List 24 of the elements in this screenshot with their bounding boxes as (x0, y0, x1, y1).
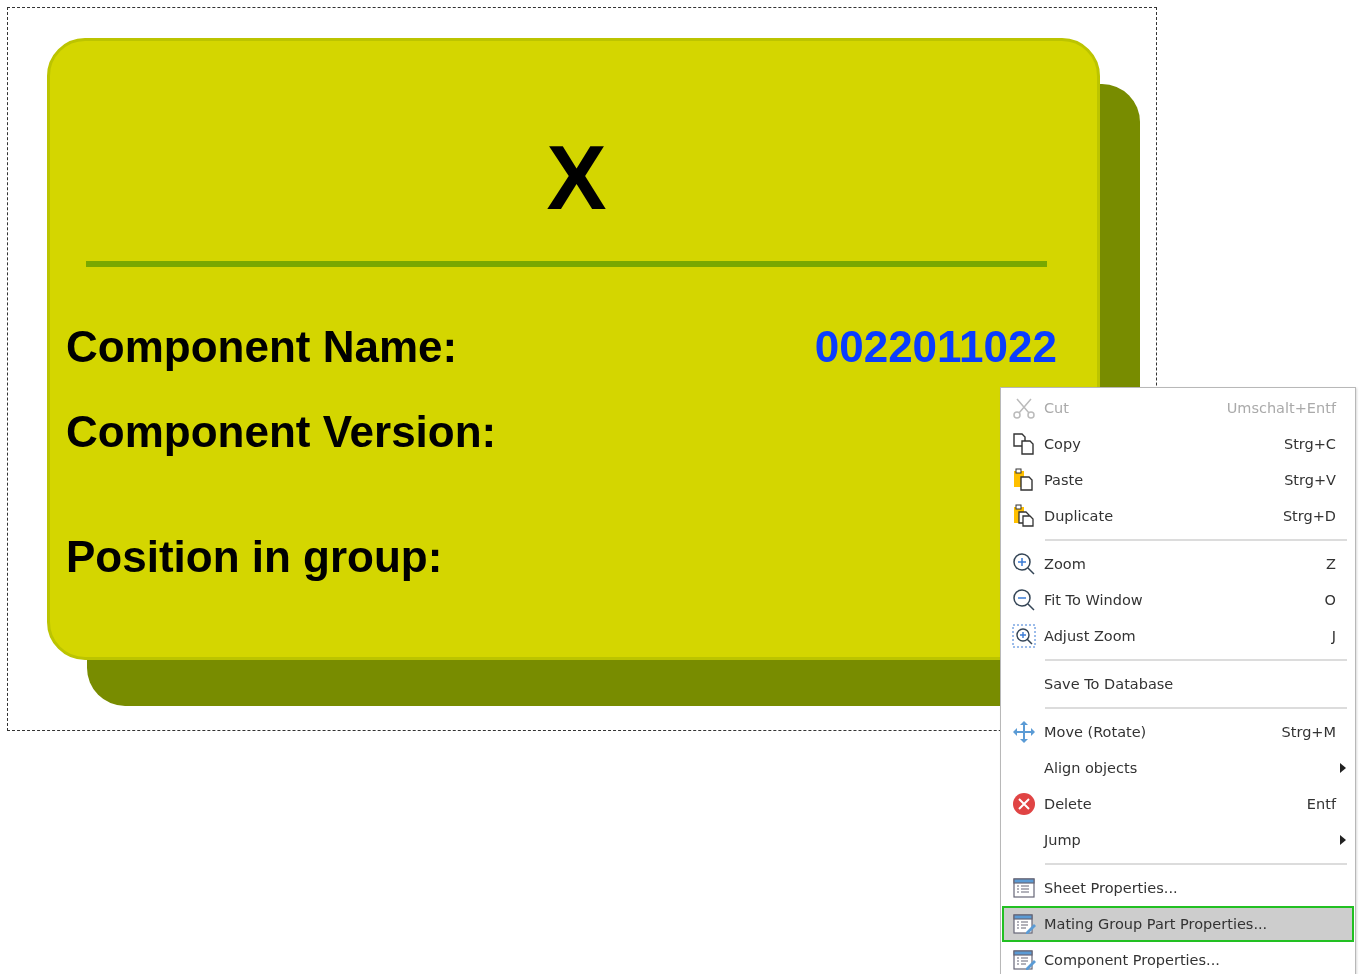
duplicate-icon (1012, 504, 1036, 528)
field-label: Component Name: (66, 322, 458, 372)
zoom-fit-icon (1012, 624, 1036, 648)
field-label: Position in group: (66, 532, 443, 582)
zoom-out-icon (1012, 588, 1036, 612)
menu-item[interactable]: Component Properties... (1002, 942, 1354, 974)
menu-item[interactable]: Move (Rotate) Strg+M (1002, 714, 1354, 750)
zoom-in-icon (1012, 552, 1036, 576)
properties-icon (1012, 912, 1036, 936)
menu-item[interactable]: Align objects (1002, 750, 1354, 786)
menu-item[interactable]: Jump (1002, 822, 1354, 858)
paste-icon (1012, 468, 1036, 492)
menu-item[interactable]: Mating Group Part Properties... (1002, 906, 1354, 942)
menu-item[interactable]: Save To Database (1002, 666, 1354, 702)
move-icon (1012, 720, 1036, 744)
field-value: 0022011022 (814, 322, 1057, 372)
scissors-icon (1012, 396, 1036, 420)
menu-item[interactable]: Delete Entf (1002, 786, 1354, 822)
sheet-icon (1012, 876, 1036, 900)
menu-item[interactable]: Sheet Properties... (1002, 870, 1354, 906)
delete-icon (1012, 792, 1036, 816)
copy-icon (1012, 432, 1036, 456)
field-label: Component Version: (66, 407, 497, 457)
label-title: X (546, 133, 607, 223)
